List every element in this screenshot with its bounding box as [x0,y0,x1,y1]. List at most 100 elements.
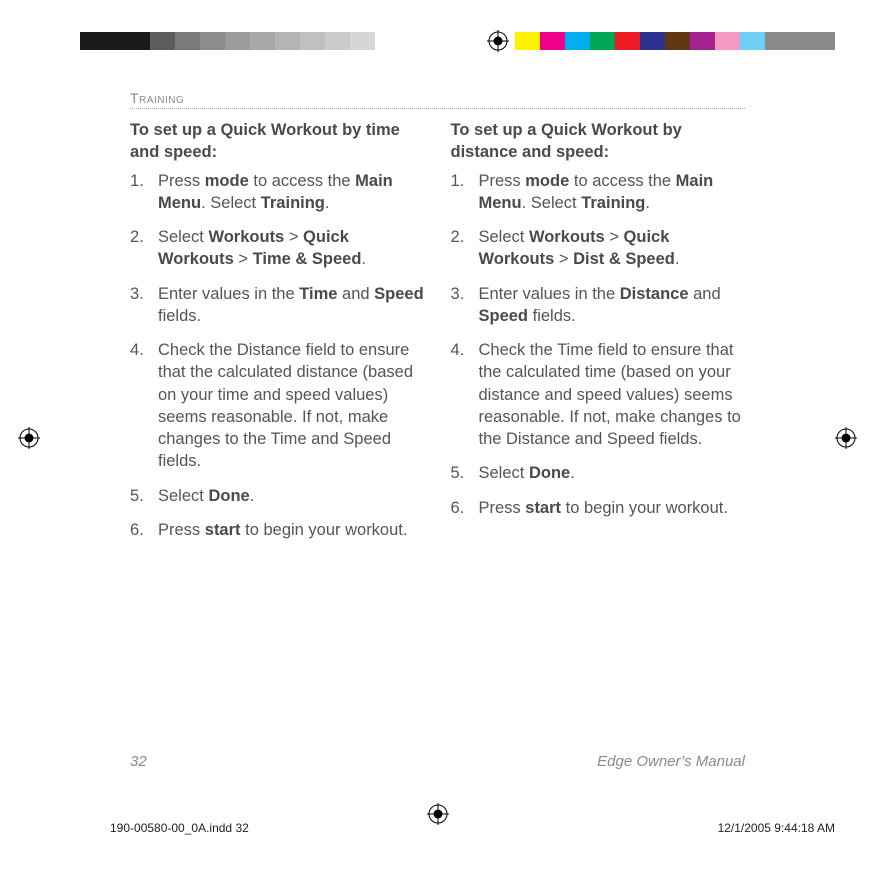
step-text: Press [479,172,526,190]
swatch [615,32,640,50]
step-text: Select [479,228,529,246]
step-text: Select [158,228,208,246]
step-text: . Select [201,194,261,212]
bold-term: Training [581,194,645,212]
bold-term: start [525,499,561,517]
registration-mark-icon [487,30,509,52]
page-content: Training To set up a Quick Workout by ti… [130,90,745,770]
step-text: . [675,250,680,268]
swatch [665,32,690,50]
registration-mark-icon [18,427,40,449]
printer-color-bar [80,30,835,52]
swatch [765,32,835,50]
procedure-title: To set up a Quick Workout by time and sp… [130,119,425,164]
swatch [80,32,150,50]
step-text: > [605,228,624,246]
step-item: Press mode to access the Main Menu. Sele… [451,170,746,215]
print-slug-line: 190-00580-00_0A.indd 32 12/1/2005 9:44:1… [110,821,835,835]
slug-timestamp: 12/1/2005 9:44:18 AM [718,821,835,835]
bold-term: Workouts [529,228,605,246]
page-number: 32 [130,753,147,770]
step-text: to access the [249,172,355,190]
step-item: Press start to begin your workout. [130,519,425,541]
step-item: Check the Time field to ensure that the … [451,339,746,450]
step-text: Select [479,464,529,482]
step-text: . [325,194,330,212]
step-text: Press [479,499,526,517]
bold-term: mode [205,172,249,190]
procedure-steps: Press mode to access the Main Menu. Sele… [451,170,746,519]
step-text: and [689,285,721,303]
swatch [690,32,715,50]
swatch [275,32,300,50]
step-item: Enter values in the Distance and Speed f… [451,283,746,328]
step-text: fields. [158,307,201,325]
step-item: Press mode to access the Main Menu. Sele… [130,170,425,215]
step-text: > [284,228,303,246]
bold-term: Speed [374,285,424,303]
step-text: to begin your workout. [561,499,728,517]
bold-term: mode [525,172,569,190]
color-swatches [515,32,835,50]
step-text: . [570,464,575,482]
swatch [640,32,665,50]
step-item: Select Done. [130,485,425,507]
slug-filename: 190-00580-00_0A.indd 32 [110,821,249,835]
swatch [325,32,350,50]
column-left: To set up a Quick Workout by time and sp… [130,119,425,553]
column-right: To set up a Quick Workout by distance an… [451,119,746,553]
step-text: Press [158,172,205,190]
step-item: Select Workouts > Quick Workouts > Time … [130,226,425,271]
bold-term: Workouts [208,228,284,246]
bold-term: Dist & Speed [573,250,675,268]
step-text: to access the [569,172,675,190]
step-text: Check the Distance field to ensure that … [158,341,413,470]
procedure-steps: Press mode to access the Main Menu. Sele… [130,170,425,542]
bold-term: Time & Speed [253,250,362,268]
step-text: Select [158,487,208,505]
manual-title: Edge Owner’s Manual [597,753,745,770]
swatch [150,32,175,50]
step-item: Enter values in the Time and Speed field… [130,283,425,328]
registration-mark-icon [835,427,857,449]
step-text: . [250,487,255,505]
procedure-title: To set up a Quick Workout by distance an… [451,119,746,164]
two-column-body: To set up a Quick Workout by time and sp… [130,119,745,553]
swatch [515,32,540,50]
bold-term: start [205,521,241,539]
step-text: Check the Time field to ensure that the … [479,341,741,448]
swatch [175,32,200,50]
step-text: > [234,250,253,268]
step-text: fields. [528,307,576,325]
step-item: Check the Distance field to ensure that … [130,339,425,473]
swatch [350,32,375,50]
swatch [300,32,325,50]
step-text: Press [158,521,205,539]
bold-term: Speed [479,307,529,325]
step-text: . [361,250,366,268]
step-item: Select Workouts > Quick Workouts > Dist … [451,226,746,271]
grayscale-swatches [80,32,375,50]
step-text: . [645,194,650,212]
step-text: Enter values in the [158,285,299,303]
page-footer: 32 Edge Owner’s Manual [130,753,745,770]
swatch [715,32,740,50]
step-item: Press start to begin your workout. [451,497,746,519]
bold-term: Training [261,194,325,212]
step-text: Enter values in the [479,285,620,303]
step-text: to begin your workout. [241,521,408,539]
swatch [200,32,225,50]
swatch [565,32,590,50]
swatch [225,32,250,50]
swatch [740,32,765,50]
bold-term: Time [299,285,337,303]
bold-term: Distance [620,285,689,303]
swatch [590,32,615,50]
step-text: > [554,250,573,268]
swatch [540,32,565,50]
bold-term: Done [208,487,249,505]
bold-term: Done [529,464,570,482]
section-heading: Training [130,90,745,109]
swatch [250,32,275,50]
step-item: Select Done. [451,462,746,484]
